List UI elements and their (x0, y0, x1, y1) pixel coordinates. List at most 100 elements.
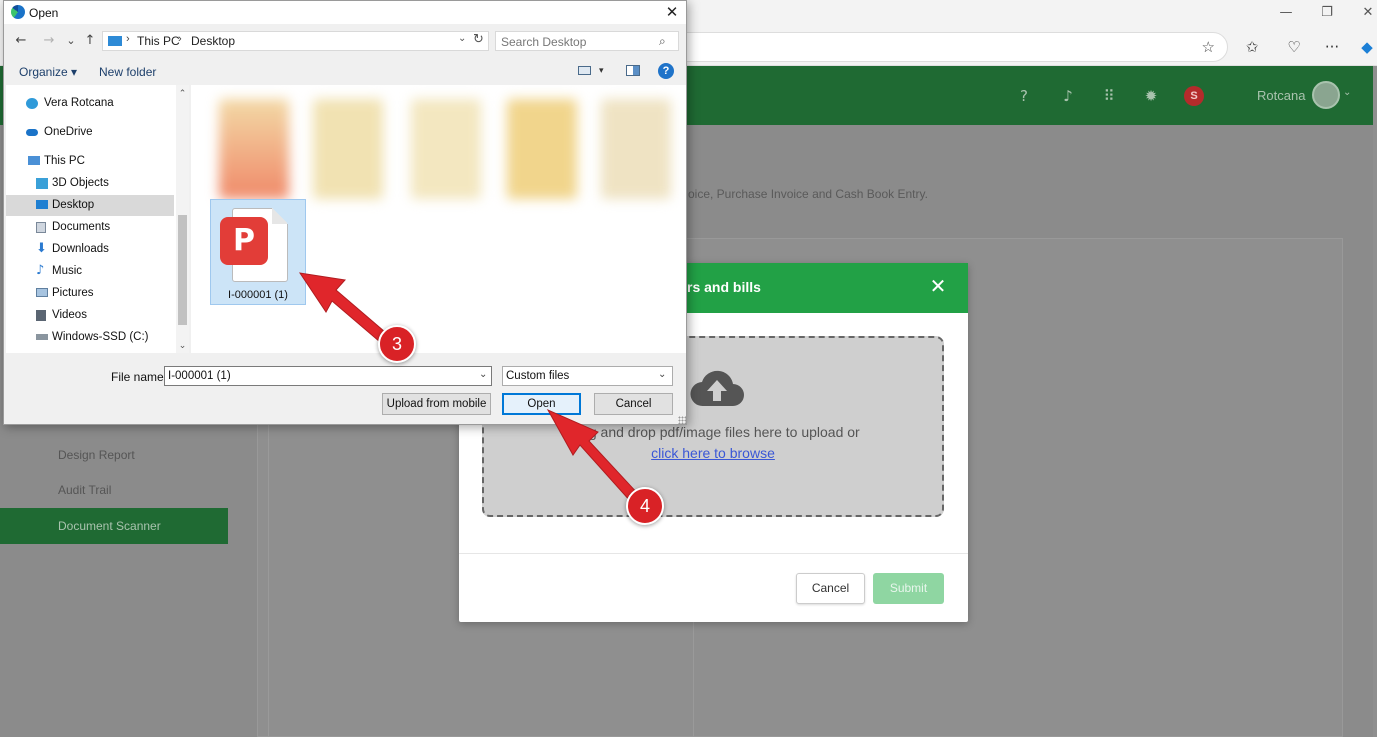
scroll-up-icon[interactable]: ⌃ (176, 87, 189, 101)
blurred-file-thumbnail[interactable] (219, 99, 289, 199)
minimize-button[interactable]: — (1271, 4, 1301, 22)
modal-divider (459, 553, 968, 554)
sidebar-item-audit-trail[interactable]: Audit Trail (0, 472, 228, 508)
search-input[interactable] (501, 34, 651, 49)
file-type-select[interactable]: Custom files ⌄ (502, 366, 673, 386)
file-name-label: I-000001 (1) (228, 289, 288, 301)
tree-item-this-pc[interactable]: This PC (6, 151, 174, 172)
tree-item-downloads[interactable]: ⬇ Downloads (6, 239, 174, 260)
modal-cancel-button[interactable]: Cancel (796, 573, 865, 604)
file-name-label: File name: (111, 370, 168, 384)
browser-essentials-icon[interactable]: ♡ (1283, 36, 1305, 58)
submit-button[interactable]: Submit (873, 573, 944, 604)
file-name-value: I-000001 (1) (168, 370, 231, 382)
tree-item-onedrive[interactable]: OneDrive (6, 122, 174, 143)
change-view-icon[interactable] (578, 66, 591, 75)
organize-menu[interactable]: Organize ▾ (19, 65, 77, 79)
scroll-thumb[interactable] (178, 215, 187, 325)
computer-icon (28, 156, 40, 165)
breadcrumb-desktop[interactable]: Desktop (191, 34, 235, 48)
sidebar-item-design-report[interactable]: Design Report (0, 437, 228, 473)
help-icon[interactable]: ? (658, 63, 674, 79)
step-badge-4: 4 (626, 487, 664, 525)
recent-locations-icon[interactable]: ⌄ (62, 32, 80, 50)
user-folder-icon (26, 98, 38, 109)
tree-scrollbar[interactable]: ⌃ ⌄ (176, 85, 189, 353)
open-button[interactable]: Open (502, 393, 581, 415)
new-folder-button[interactable]: New folder (99, 65, 156, 79)
back-arrow-icon[interactable]: ← (12, 32, 30, 50)
forward-arrow-icon[interactable]: → (40, 32, 58, 50)
chevron-right-icon[interactable]: › (126, 33, 130, 45)
file-type-value: Custom files (506, 370, 570, 382)
up-arrow-icon[interactable]: ↑ (81, 32, 99, 50)
tree-item-documents[interactable]: Documents (6, 217, 174, 238)
pdf-file-icon: P (220, 217, 268, 265)
settings-icon[interactable]: ✹ (1141, 86, 1161, 106)
chevron-down-icon[interactable]: ⌄ (479, 369, 487, 380)
favorite-star-icon[interactable]: ☆ (1202, 38, 1215, 56)
copilot-icon[interactable]: ◆ (1357, 36, 1377, 58)
company-badge[interactable]: S (1184, 86, 1204, 106)
blurred-file-thumbnail[interactable] (313, 99, 383, 199)
breadcrumb-this-pc[interactable]: This PC (137, 34, 180, 48)
open-file-dialog: Open ✕ ← → ⌄ ↑ › This PC › Desktop ⌄ ↻ ⌕… (3, 0, 687, 425)
restore-button[interactable]: ❐ (1312, 4, 1342, 22)
file-name-input[interactable]: I-000001 (1) ⌄ (164, 366, 492, 386)
tree-item-label: Music (52, 265, 83, 277)
edge-icon (11, 5, 25, 19)
close-icon[interactable]: ✕ (925, 273, 951, 299)
tree-item-label: Documents (52, 221, 111, 233)
blurred-file-thumbnail[interactable] (411, 99, 481, 199)
computer-icon (108, 36, 122, 46)
resize-grip[interactable] (678, 416, 686, 424)
dialog-close-button[interactable]: ✕ (660, 2, 684, 22)
downloads-icon: ⬇ (36, 241, 47, 256)
videos-icon (36, 310, 46, 321)
tree-item-label: Vera Rotcana (44, 97, 114, 109)
chevron-down-icon[interactable]: ⌄ (658, 369, 666, 380)
tree-item-3d-objects[interactable]: 3D Objects (6, 173, 174, 194)
tree-item-label: Videos (52, 309, 87, 321)
chevron-down-icon[interactable]: ⌄ (1343, 87, 1351, 98)
sidebar-item-document-scanner[interactable]: Document Scanner (0, 508, 228, 544)
help-icon[interactable]: ? (1014, 86, 1034, 106)
tree-item-label: Windows-SSD (C:) (52, 331, 149, 343)
dropzone-text: Drag and drop pdf/image files here to up… (566, 424, 860, 440)
favorites-icon[interactable]: ✩ (1241, 36, 1263, 58)
tree-item-music[interactable]: ♪ Music (6, 261, 174, 282)
search-box[interactable]: ⌕ (495, 31, 679, 51)
chevron-down-icon[interactable]: ▾ (599, 65, 604, 76)
chevron-right-icon[interactable]: › (178, 33, 182, 45)
refresh-icon[interactable]: ↻ (473, 32, 484, 47)
file-item-i-000001[interactable]: P I-000001 (1) (210, 199, 306, 305)
tree-item-desktop[interactable]: Desktop (6, 195, 174, 216)
file-list-pane: P I-000001 (1) (191, 85, 686, 353)
apps-grid-icon[interactable]: ⠿ (1099, 86, 1119, 106)
desktop-icon (36, 200, 48, 209)
address-bar[interactable]: ☆ (640, 32, 1228, 62)
breadcrumb[interactable]: › This PC › Desktop ⌄ ↻ (102, 31, 489, 51)
tree-item-label: OneDrive (44, 126, 93, 138)
blurred-file-thumbnail[interactable] (601, 99, 671, 199)
tree-item-vera-rotcana[interactable]: Vera Rotcana (6, 93, 174, 114)
more-icon[interactable]: ··· (1321, 36, 1343, 58)
tree-item-pictures[interactable]: Pictures (6, 283, 174, 304)
avatar[interactable] (1312, 81, 1340, 109)
user-name[interactable]: Rotcana (1257, 88, 1305, 103)
browser-close-button[interactable]: ✕ (1353, 4, 1377, 22)
scroll-down-icon[interactable]: ⌄ (176, 339, 189, 353)
blurred-file-thumbnail[interactable] (507, 99, 577, 199)
chevron-down-icon[interactable]: ⌄ (458, 33, 466, 44)
navigation-pane: Vera Rotcana OneDrive This PC 3D Objects… (6, 85, 189, 353)
tree-item-videos[interactable]: Videos (6, 305, 174, 326)
preview-pane-icon[interactable] (626, 65, 640, 76)
tree-item-label: 3D Objects (52, 177, 109, 189)
upload-from-mobile-button[interactable]: Upload from mobile (382, 393, 491, 415)
page-description: oice, Purchase Invoice and Cash Book Ent… (688, 187, 928, 201)
bell-icon[interactable]: ♪ (1058, 86, 1078, 106)
tree-item-windows-ssd[interactable]: Windows-SSD (C:) (6, 327, 174, 348)
browse-link[interactable]: click here to browse (484, 445, 942, 461)
dialog-cancel-button[interactable]: Cancel (594, 393, 673, 415)
modal-title: rs and bills (687, 279, 761, 295)
